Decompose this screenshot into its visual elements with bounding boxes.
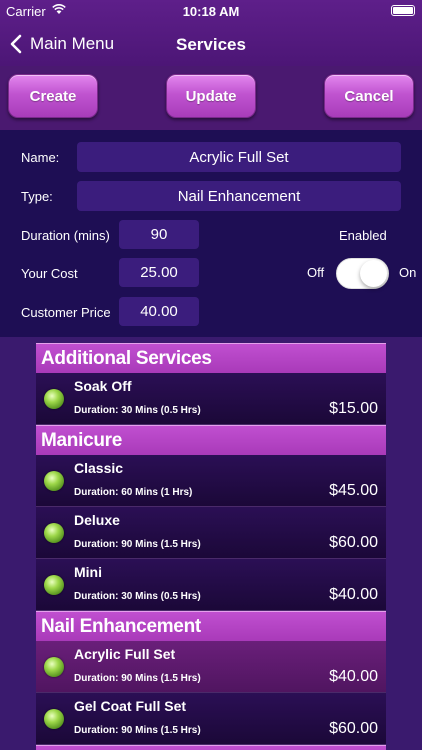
service-duration: Duration: 90 Mins (1.5 Hrs) bbox=[74, 539, 201, 550]
service-price: $40.00 bbox=[329, 668, 378, 685]
service-name: Soak Off bbox=[74, 378, 132, 394]
status-led-icon bbox=[44, 575, 64, 595]
service-name: Acrylic Full Set bbox=[74, 646, 176, 662]
status-led-icon bbox=[44, 471, 64, 491]
service-price: $45.00 bbox=[329, 482, 378, 499]
service-price: $60.00 bbox=[329, 534, 378, 551]
enabled-label: Enabled bbox=[339, 228, 387, 243]
price-label: Customer Price bbox=[21, 305, 111, 320]
navigation-bar: Carrier 10:18 AM Main Menu Services bbox=[0, 0, 422, 66]
section-header-partial bbox=[36, 745, 386, 750]
list-item[interactable]: Mini Duration: 30 Mins (0.5 Hrs) $40.00 bbox=[36, 559, 386, 611]
status-bar: Carrier 10:18 AM bbox=[0, 0, 422, 22]
list-item-selected[interactable]: Acrylic Full Set Duration: 90 Mins (1.5 … bbox=[36, 641, 386, 693]
list-item[interactable]: Gel Coat Full Set Duration: 90 Mins (1.5… bbox=[36, 693, 386, 745]
status-led-icon bbox=[44, 657, 64, 677]
name-field[interactable]: Acrylic Full Set bbox=[77, 142, 401, 172]
service-name: Classic bbox=[74, 460, 124, 476]
section-header: Additional Services bbox=[36, 343, 386, 373]
service-name: Mini bbox=[74, 564, 102, 580]
service-name: Gel Coat Full Set bbox=[74, 698, 187, 714]
toggle-knob bbox=[360, 260, 387, 287]
services-list[interactable]: Additional Services Soak Off Duration: 3… bbox=[36, 343, 386, 750]
update-button[interactable]: Update bbox=[166, 74, 256, 118]
duration-field[interactable]: 90 bbox=[119, 220, 199, 249]
list-item[interactable]: Soak Off Duration: 30 Mins (0.5 Hrs) $15… bbox=[36, 373, 386, 425]
service-duration: Duration: 90 Mins (1.5 Hrs) bbox=[74, 725, 201, 736]
service-duration: Duration: 60 Mins (1 Hrs) bbox=[74, 487, 193, 498]
cost-field[interactable]: 25.00 bbox=[119, 258, 199, 287]
section-header: Manicure bbox=[36, 425, 386, 455]
section-header: Nail Enhancement bbox=[36, 611, 386, 641]
enabled-toggle[interactable] bbox=[336, 258, 389, 289]
service-price: $40.00 bbox=[329, 586, 378, 603]
cost-label: Your Cost bbox=[21, 266, 78, 281]
service-name: Deluxe bbox=[74, 512, 120, 528]
price-field[interactable]: 40.00 bbox=[119, 297, 199, 326]
type-field[interactable]: Nail Enhancement bbox=[77, 181, 401, 211]
list-item[interactable]: Deluxe Duration: 90 Mins (1.5 Hrs) $60.0… bbox=[36, 507, 386, 559]
service-price: $15.00 bbox=[329, 400, 378, 417]
list-item[interactable]: Classic Duration: 60 Mins (1 Hrs) $45.00 bbox=[36, 455, 386, 507]
name-label: Name: bbox=[21, 150, 60, 165]
battery-icon bbox=[391, 5, 415, 16]
clock: 10:18 AM bbox=[182, 4, 240, 19]
type-label: Type: bbox=[21, 189, 53, 204]
service-form: Name: Acrylic Full Set Type: Nail Enhanc… bbox=[0, 130, 422, 337]
page-title: Services bbox=[176, 35, 246, 54]
status-led-icon bbox=[44, 523, 64, 543]
service-duration: Duration: 90 Mins (1.5 Hrs) bbox=[74, 673, 201, 684]
create-button[interactable]: Create bbox=[8, 74, 98, 118]
service-duration: Duration: 30 Mins (0.5 Hrs) bbox=[74, 591, 201, 602]
status-led-icon bbox=[44, 389, 64, 409]
toggle-on-label: On bbox=[399, 265, 417, 280]
action-bar: Create Update Cancel bbox=[0, 66, 422, 130]
service-duration: Duration: 30 Mins (0.5 Hrs) bbox=[74, 405, 201, 416]
duration-label: Duration (mins) bbox=[21, 228, 110, 243]
status-led-icon bbox=[44, 709, 64, 729]
service-price: $60.00 bbox=[329, 720, 378, 737]
cancel-button[interactable]: Cancel bbox=[324, 74, 414, 118]
toggle-off-label: Off bbox=[307, 265, 325, 280]
